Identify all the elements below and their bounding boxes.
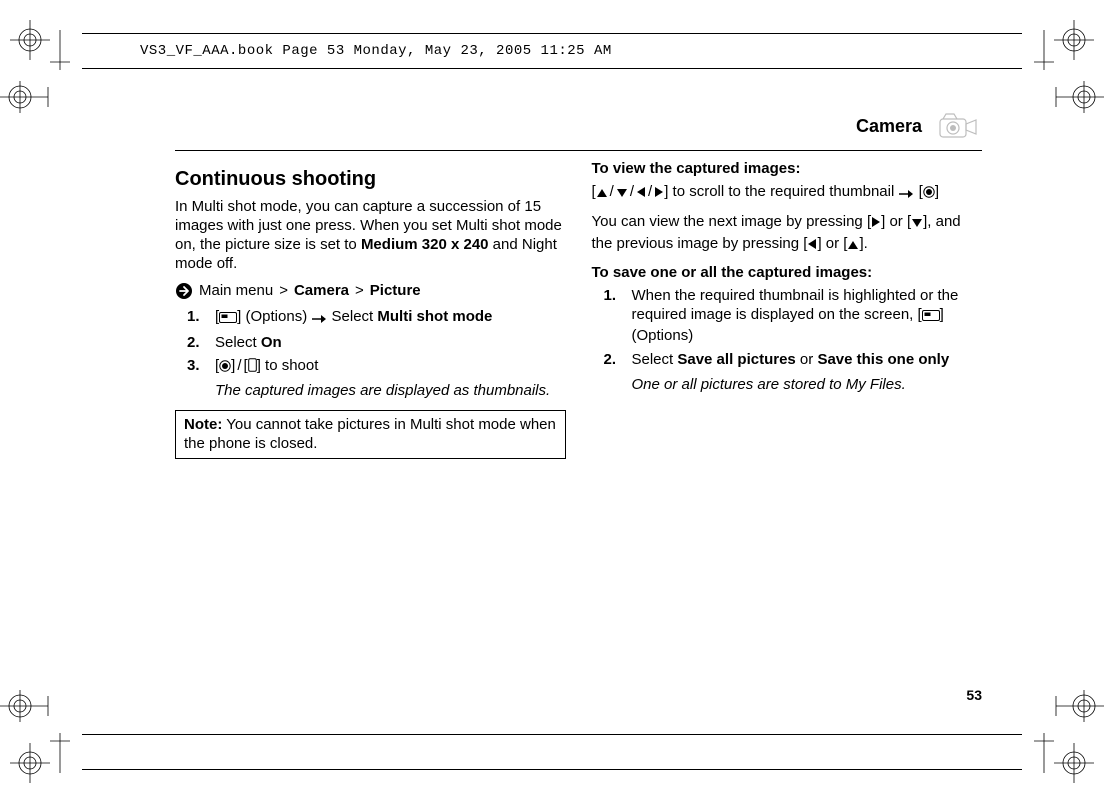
doc-header-text: VS3_VF_AAA.book Page 53 Monday, May 23, … bbox=[140, 43, 612, 59]
camera-icon bbox=[936, 110, 982, 142]
save-step-2-note: One or all pictures are stored to My Fil… bbox=[632, 375, 983, 394]
save-step-1: 1. When the required thumbnail is highli… bbox=[604, 286, 983, 346]
heading-view-captured: To view the captured images: bbox=[592, 159, 983, 178]
section-title: Camera bbox=[856, 116, 922, 137]
nav-left-icon bbox=[636, 184, 646, 203]
save-step-2: 2. Select Save all pictures or Save this… bbox=[604, 350, 983, 394]
nav-right-icon bbox=[871, 214, 881, 233]
left-column: Continuous shooting In Multi shot mode, … bbox=[175, 157, 566, 459]
heading-continuous-shooting: Continuous shooting bbox=[175, 167, 566, 193]
crop-mark-tl bbox=[10, 10, 70, 70]
crop-mark-br bbox=[1034, 733, 1094, 793]
page-number: 53 bbox=[966, 687, 982, 703]
document-footer-bar bbox=[82, 734, 1022, 770]
heading-save-captured: To save one or all the captured images: bbox=[592, 263, 983, 282]
center-key-icon bbox=[923, 184, 935, 203]
step-1: 1. [] (Options) Select Multi shot mode bbox=[187, 307, 566, 329]
crop-mark-tr bbox=[1034, 10, 1094, 70]
page-content: Camera Continuous shooting In Multi shot… bbox=[175, 108, 982, 703]
arrow-circle-icon bbox=[175, 282, 193, 300]
step-3-note: The captured images are displayed as thu… bbox=[215, 381, 566, 400]
step-3: 3. []/[] to shoot The captured images ar… bbox=[187, 356, 566, 400]
view-instruction-2: You can view the next image by pressing … bbox=[592, 212, 983, 254]
step-2: 2. Select On bbox=[187, 333, 566, 352]
nav-left-icon bbox=[807, 236, 817, 255]
side-key-icon bbox=[248, 358, 257, 377]
steps-list: 1. [] (Options) Select Multi shot mode 2… bbox=[187, 307, 566, 401]
note-box: Note: You cannot take pictures in Multi … bbox=[175, 410, 566, 458]
section-header: Camera bbox=[175, 108, 982, 151]
view-instruction-1: [///] to scroll to the required thumbnai… bbox=[592, 182, 983, 204]
menu-breadcrumb: Main menu > Camera > Picture bbox=[175, 281, 566, 300]
arrow-right-icon bbox=[898, 185, 914, 204]
nav-up-icon bbox=[847, 236, 859, 255]
side-mark-left-bottom bbox=[0, 686, 60, 726]
nav-down-icon bbox=[616, 184, 628, 203]
nav-down-icon bbox=[911, 214, 923, 233]
side-mark-right-top bbox=[1044, 77, 1104, 117]
nav-right-icon bbox=[654, 184, 664, 203]
arrow-right-icon bbox=[311, 310, 327, 329]
softkey-icon bbox=[219, 309, 237, 328]
side-mark-left-top bbox=[0, 77, 60, 117]
document-run-header: VS3_VF_AAA.book Page 53 Monday, May 23, … bbox=[82, 33, 1022, 69]
nav-up-icon bbox=[596, 184, 608, 203]
center-key-icon bbox=[219, 358, 231, 377]
softkey-icon bbox=[922, 307, 940, 326]
side-mark-right-bottom bbox=[1044, 686, 1104, 726]
save-steps-list: 1. When the required thumbnail is highli… bbox=[604, 286, 983, 394]
intro-paragraph: In Multi shot mode, you can capture a su… bbox=[175, 197, 566, 274]
right-column: To view the captured images: [///] to sc… bbox=[592, 157, 983, 459]
crop-mark-bl bbox=[10, 733, 70, 793]
